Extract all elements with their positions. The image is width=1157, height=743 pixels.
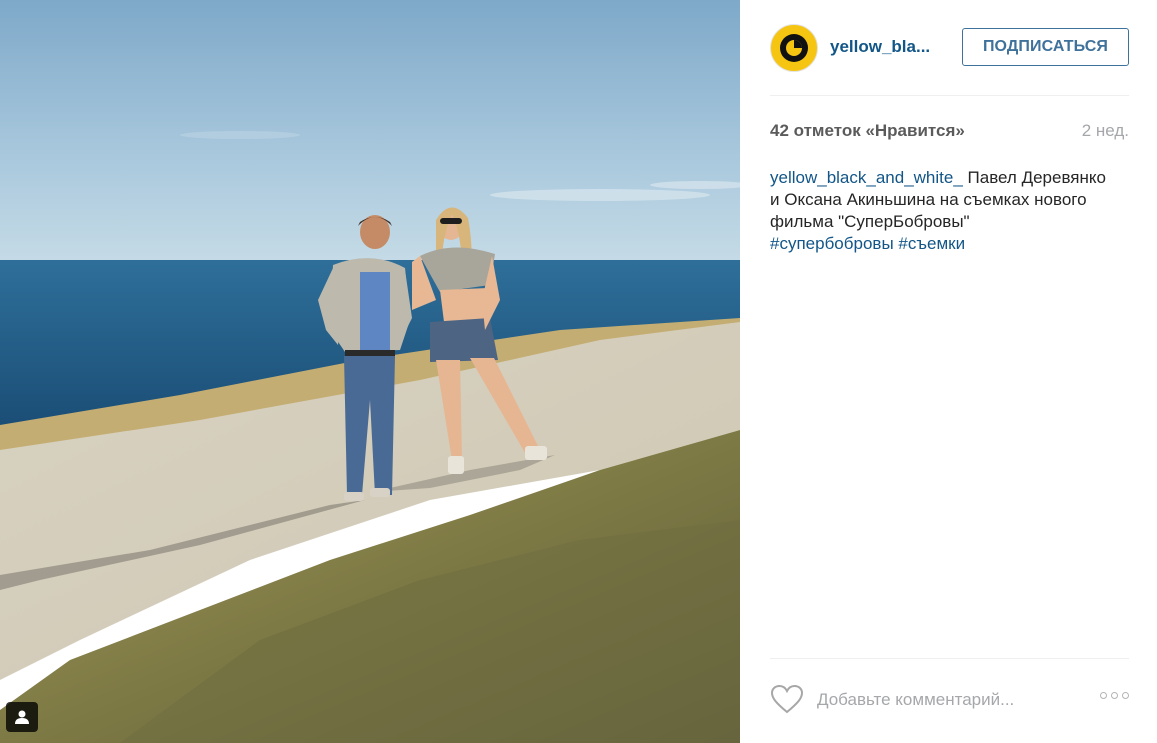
header-username[interactable]: yellow_bla... [830, 37, 930, 57]
hashtag-link[interactable]: #съемки [898, 234, 965, 253]
heart-icon[interactable] [770, 684, 804, 719]
post-photo[interactable] [0, 0, 740, 743]
more-options-icon[interactable] [1100, 692, 1129, 699]
caption-username[interactable]: yellow_black_and_white_ [770, 168, 963, 187]
person-icon [15, 710, 29, 724]
likes-count[interactable]: 42 отметок «Нравится» [770, 121, 965, 141]
comment-input[interactable] [817, 688, 1067, 712]
post-meta: 42 отметок «Нравится» 2 нед. [770, 121, 1129, 145]
post-header: yellow_bla... ПОДПИСАТЬСЯ [770, 22, 1129, 74]
header-divider [770, 95, 1129, 96]
hashtag-link[interactable]: #супербобровы [770, 234, 894, 253]
comment-bar [770, 680, 1129, 720]
post-caption: yellow_black_and_white_ Павел Деревянко … [770, 167, 1115, 255]
follow-button[interactable]: ПОДПИСАТЬСЯ [962, 28, 1129, 66]
post-sidebar: yellow_bla... ПОДПИСАТЬСЯ 42 отметок «Нр… [740, 0, 1157, 743]
user-tag-icon[interactable] [6, 702, 38, 732]
photo-image [0, 0, 740, 743]
yellow-black-logo-icon [780, 34, 808, 62]
comment-divider [770, 658, 1129, 659]
post-time[interactable]: 2 нед. [1082, 121, 1129, 141]
avatar[interactable] [770, 24, 818, 72]
